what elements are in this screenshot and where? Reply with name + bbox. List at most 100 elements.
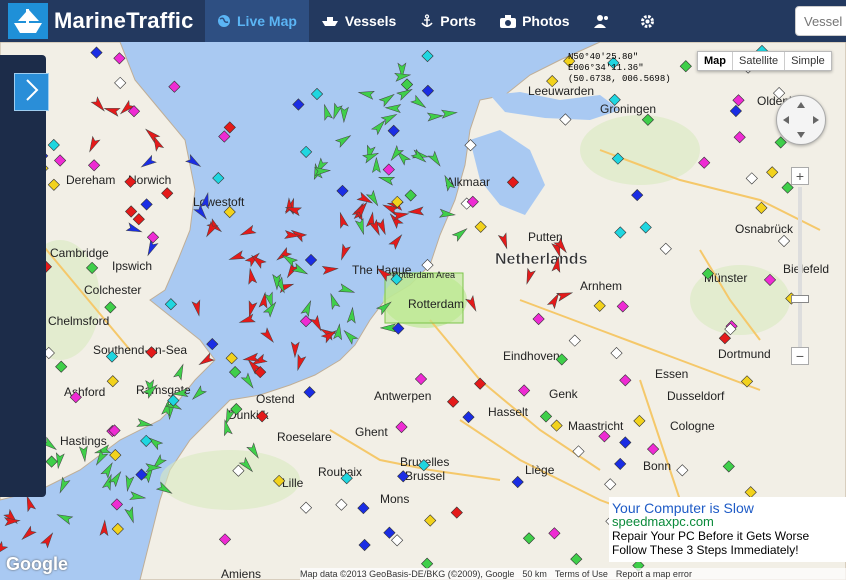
anchored-vessel-icon[interactable]: [218, 130, 231, 143]
anchored-vessel-icon[interactable]: [225, 352, 238, 365]
vessel-marker-icon[interactable]: [336, 211, 349, 229]
vessel-marker-icon[interactable]: [245, 300, 258, 318]
vessel-marker-icon[interactable]: [238, 313, 256, 326]
vessel-marker-icon[interactable]: [123, 474, 135, 493]
zoom-slider-track[interactable]: [798, 187, 802, 347]
vessel-marker-icon[interactable]: [258, 291, 269, 309]
anchored-vessel-icon[interactable]: [387, 124, 400, 137]
vessel-marker-icon[interactable]: [99, 519, 109, 537]
nav-live-map-label: Live Map: [237, 13, 297, 29]
map-type-map[interactable]: Map: [698, 52, 732, 70]
vessel-marker-icon[interactable]: [340, 106, 349, 124]
brand[interactable]: MarineTraffic: [0, 0, 205, 42]
nav-community[interactable]: [582, 0, 628, 42]
anchored-vessel-icon[interactable]: [404, 189, 417, 202]
map-type-satellite[interactable]: Satellite: [732, 52, 784, 70]
vessel-marker-icon[interactable]: [291, 262, 309, 278]
vessel-marker-icon[interactable]: [338, 243, 351, 261]
vessel-marker-icon[interactable]: [338, 283, 356, 296]
ad-line-2: Follow These 3 Steps Immediately!: [612, 543, 799, 557]
anchored-vessel-icon[interactable]: [168, 80, 181, 93]
vessel-marker-icon[interactable]: [321, 265, 339, 275]
vessel-marker-icon[interactable]: [246, 267, 258, 285]
pan-control[interactable]: [776, 95, 826, 145]
vessel-marker-icon[interactable]: [388, 232, 405, 250]
vessel-marker-icon[interactable]: [191, 299, 203, 317]
map-type-simple[interactable]: Simple: [784, 52, 831, 70]
zoom-in-button[interactable]: +: [791, 167, 809, 185]
zoom-out-button[interactable]: −: [791, 347, 809, 365]
vessel-marker-icon[interactable]: [124, 506, 137, 524]
vessel-marker-icon[interactable]: [19, 525, 37, 542]
vessel-marker-icon[interactable]: [370, 118, 388, 136]
vessel-marker-icon[interactable]: [378, 91, 396, 108]
vessel-marker-icon[interactable]: [427, 150, 443, 168]
anchored-vessel-icon[interactable]: [109, 449, 122, 462]
nav-photos[interactable]: Photos: [488, 0, 581, 42]
anchored-vessel-icon[interactable]: [292, 98, 305, 111]
anchored-vessel-icon[interactable]: [223, 121, 236, 134]
ad-url[interactable]: speedmaxpc.com: [612, 515, 843, 529]
anchored-vessel-icon[interactable]: [310, 87, 324, 101]
vessel-marker-icon[interactable]: [440, 109, 458, 119]
vessel-marker-icon[interactable]: [371, 156, 381, 174]
vessel-marker-icon[interactable]: [294, 353, 307, 372]
nav-settings[interactable]: [628, 0, 673, 42]
anchored-vessel-icon[interactable]: [111, 522, 124, 536]
anchored-vessel-icon[interactable]: [212, 172, 225, 185]
anchored-vessel-icon[interactable]: [300, 145, 313, 158]
anchored-vessel-icon[interactable]: [110, 498, 123, 511]
vessel-marker-icon[interactable]: [410, 94, 428, 110]
vessel-marker-icon[interactable]: [56, 511, 74, 525]
vessel-marker-icon[interactable]: [284, 230, 302, 240]
vessel-marker-icon[interactable]: [327, 292, 341, 310]
vessel-marker-icon[interactable]: [365, 189, 382, 208]
anchored-vessel-icon[interactable]: [140, 434, 153, 447]
zoom-slider-handle[interactable]: [791, 295, 809, 303]
map-data-credit: Map data ©2013 GeoBasis-DE/BKG (©2009), …: [300, 569, 515, 579]
ad-banner[interactable]: Your Computer is Slow speedmaxpc.com Rep…: [609, 497, 846, 562]
vessel-marker-icon[interactable]: [334, 132, 353, 148]
vessel-marker-icon[interactable]: [23, 494, 37, 513]
vessel-marker-icon[interactable]: [426, 112, 444, 122]
anchored-vessel-icon[interactable]: [164, 298, 177, 311]
vessel-marker-icon[interactable]: [392, 210, 410, 221]
anchored-vessel-icon[interactable]: [382, 163, 395, 176]
anchored-vessel-icon[interactable]: [400, 78, 414, 91]
anchored-vessel-icon[interactable]: [421, 49, 434, 63]
vessel-marker-icon[interactable]: [40, 531, 56, 549]
vessel-marker-icon[interactable]: [129, 491, 147, 502]
anchored-vessel-icon[interactable]: [229, 366, 242, 379]
vessel-marker-icon[interactable]: [240, 372, 256, 390]
vessel-search-input[interactable]: [795, 6, 846, 36]
vessel-marker-icon[interactable]: [190, 385, 207, 402]
vessel-marker-icon[interactable]: [239, 224, 257, 238]
vessel-marker-icon[interactable]: [321, 103, 333, 121]
anchored-vessel-icon[interactable]: [336, 184, 349, 197]
vessel-marker-icon[interactable]: [300, 299, 314, 318]
anchored-vessel-icon[interactable]: [304, 253, 318, 267]
vessel-marker-icon[interactable]: [384, 104, 402, 113]
vessel-marker-icon[interactable]: [377, 173, 396, 186]
vessel-marker-icon[interactable]: [108, 470, 124, 488]
map-footer: Map data ©2013 GeoBasis-DE/BKG (©2009), …: [300, 568, 846, 580]
vessel-marker-icon[interactable]: [354, 217, 367, 236]
nav-ports[interactable]: Ports: [408, 0, 488, 42]
anchored-vessel-icon[interactable]: [135, 468, 148, 481]
side-panel-toggle[interactable]: [14, 73, 49, 111]
vessel-marker-icon[interactable]: [228, 250, 246, 263]
terms-link[interactable]: Terms of Use: [555, 569, 608, 579]
anchored-vessel-icon[interactable]: [206, 338, 219, 351]
vessel-marker-icon[interactable]: [407, 206, 425, 216]
vessel-marker-icon[interactable]: [346, 306, 356, 324]
vessel-marker-icon[interactable]: [341, 328, 359, 345]
nav-vessels[interactable]: Vessels: [309, 0, 408, 42]
nav-live-map[interactable]: Live Map: [205, 0, 309, 42]
report-map-error-link[interactable]: Report a map error: [616, 569, 692, 579]
vessel-marker-icon[interactable]: [260, 327, 277, 345]
ad-title[interactable]: Your Computer is Slow: [612, 501, 843, 515]
anchored-vessel-icon[interactable]: [299, 315, 313, 328]
vessel-marker-icon[interactable]: [100, 461, 116, 479]
vessel-marker-icon[interactable]: [357, 88, 375, 100]
anchored-vessel-icon[interactable]: [421, 84, 434, 97]
